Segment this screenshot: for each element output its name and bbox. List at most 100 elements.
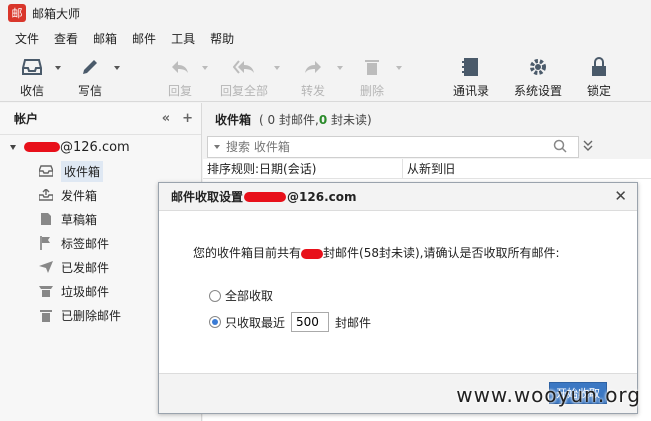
folder-label: 已发邮件 [61, 260, 110, 275]
title-bar: 邮 邮箱大师 [0, 0, 651, 26]
inbox-header: 收件箱 ( 0 封邮件,0 封未读) [203, 103, 651, 135]
inbox-icon [38, 163, 54, 179]
accounts-title: 帐户 [14, 112, 39, 126]
watermark: www.wooyun.org [456, 383, 641, 407]
account-item[interactable]: @126.com [0, 135, 201, 159]
sidebar-actions: « + [162, 111, 193, 126]
total-count: 0 [267, 112, 276, 127]
inbox-tray-icon [21, 56, 43, 78]
forward-dropdown-icon[interactable] [337, 66, 343, 70]
compose-button[interactable]: 写信 [62, 56, 118, 99]
settings-label: 系统设置 [513, 84, 562, 98]
sort-row: 排序规则:日期(会话) 从新到旧 [203, 158, 651, 179]
receive-button[interactable]: 收信 [4, 56, 60, 99]
trash-icon [361, 56, 383, 78]
unread-count: 0 [318, 112, 328, 127]
redacted-account-name [24, 142, 60, 152]
accounts-header: 帐户 « + [0, 103, 201, 135]
lock-icon [588, 56, 610, 78]
toolbar: 收信 写信 回复 回复全部 转发 删除 通讯录 系统设置 锁定 [0, 52, 651, 102]
app-logo-icon: 邮 [8, 4, 26, 22]
gear-icon [527, 56, 549, 78]
search-box[interactable] [207, 136, 579, 158]
compose-dropdown-icon[interactable] [114, 66, 120, 70]
search-input[interactable] [226, 140, 546, 154]
dialog-body: 您的收件箱目前共有 封邮件(58封未读),请确认是否收取所有邮件: 全部收取 只收… [159, 212, 637, 372]
delete-button[interactable]: 删除 [344, 56, 400, 99]
contacts-label: 通讯录 [452, 84, 489, 98]
flag-icon [38, 235, 54, 251]
dialog-titlebar: 邮件收取设置 @126.com ✕ [159, 183, 637, 211]
reply-all-dropdown-icon[interactable] [274, 66, 280, 70]
folder-label: 已删除邮件 [61, 308, 122, 323]
menu-tools[interactable]: 工具 [171, 30, 195, 47]
folder-label: 发件箱 [61, 188, 98, 203]
menu-bar: 文件 查看 邮箱 邮件 工具 帮助 [0, 27, 651, 49]
search-icon[interactable] [553, 139, 567, 156]
reply-all-button[interactable]: 回复全部 [216, 56, 272, 99]
sort-order[interactable]: 从新到旧 [403, 160, 455, 177]
dialog-title-suffix: @126.com [287, 189, 357, 204]
menu-help[interactable]: 帮助 [210, 30, 234, 47]
dialog-message: 您的收件箱目前共有 封邮件(58封未读),请确认是否收取所有邮件: [193, 246, 560, 260]
inbox-count: ( 0 封邮件,0 封未读) [259, 112, 372, 127]
receive-recent-suffix: 封邮件 [335, 315, 372, 330]
option-receive-recent[interactable]: 只收取最近 封邮件 [209, 312, 371, 332]
pencil-icon [79, 56, 101, 78]
receive-dropdown-icon[interactable] [55, 66, 61, 70]
reply-all-icon [233, 56, 255, 78]
delete-label: 删除 [359, 84, 384, 98]
menu-file[interactable]: 文件 [15, 30, 39, 47]
receive-all-label: 全部收取 [225, 289, 274, 303]
delete-dropdown-icon[interactable] [396, 66, 402, 70]
search-dropdown-icon[interactable] [214, 145, 220, 149]
lock-label: 锁定 [586, 84, 611, 98]
compose-label: 写信 [77, 84, 102, 98]
folder-label: 草稿箱 [61, 212, 98, 227]
menu-view[interactable]: 查看 [54, 30, 78, 47]
settings-button[interactable]: 系统设置 [510, 56, 566, 99]
forward-label: 转发 [300, 84, 325, 98]
recent-count-input[interactable] [291, 312, 330, 332]
app-title: 邮箱大师 [32, 6, 81, 21]
menu-mail[interactable]: 邮件 [132, 30, 156, 47]
reply-label: 回复 [167, 84, 192, 98]
collapse-sidebar-icon[interactable]: « [162, 111, 170, 126]
reply-all-label: 回复全部 [219, 84, 268, 98]
add-account-icon[interactable]: + [182, 111, 193, 126]
dialog-title-prefix: 邮件收取设置 [171, 190, 244, 204]
send-icon [38, 259, 54, 275]
contacts-button[interactable]: 通讯录 [443, 56, 499, 99]
delete-icon [38, 307, 54, 323]
reply-icon [169, 56, 191, 78]
double-chevron-down-icon[interactable] [583, 140, 593, 155]
option-receive-all[interactable]: 全部收取 [209, 287, 273, 304]
folder-label: 垃圾邮件 [61, 284, 110, 299]
outbox-icon [38, 187, 54, 203]
search-row [203, 135, 651, 159]
inbox-title: 收件箱 [215, 112, 252, 127]
receive-all-radio[interactable] [209, 289, 221, 302]
redacted-dialog-account [244, 191, 287, 202]
lock-button[interactable]: 锁定 [571, 56, 627, 99]
forward-button[interactable]: 转发 [285, 56, 341, 99]
redacted-mail-count [301, 248, 324, 259]
close-icon[interactable]: ✕ [614, 189, 627, 204]
expand-triangle-icon[interactable] [10, 144, 16, 150]
sort-rule[interactable]: 排序规则:日期(会话) [203, 158, 403, 179]
folder-inbox[interactable]: 收件箱 [0, 159, 201, 183]
receive-recent-radio[interactable] [209, 316, 221, 328]
reply-button[interactable]: 回复 [152, 56, 208, 99]
receive-settings-dialog: 邮件收取设置 @126.com ✕ 您的收件箱目前共有 封邮件(58封未读),请确… [158, 182, 638, 414]
forward-icon [302, 56, 324, 78]
menu-mailbox[interactable]: 邮箱 [93, 30, 117, 47]
draft-icon [38, 211, 54, 227]
account-email-suffix: @126.com [60, 139, 130, 155]
trash-bin-icon [38, 283, 54, 299]
folder-label: 收件箱 [61, 160, 104, 182]
receive-label: 收信 [19, 84, 44, 98]
folder-label: 标签邮件 [61, 236, 110, 251]
reply-dropdown-icon[interactable] [202, 66, 208, 70]
address-book-icon [460, 56, 482, 78]
receive-recent-prefix: 只收取最近 [225, 315, 286, 330]
